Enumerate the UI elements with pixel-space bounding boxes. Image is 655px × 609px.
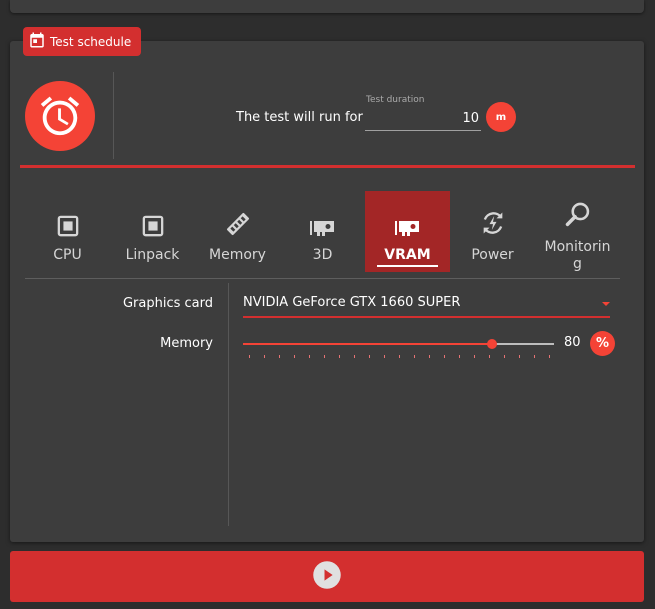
previous-card [10,0,644,13]
slider-tick [444,355,445,358]
tab-label: VRAM [384,247,431,263]
memory-icon [225,211,251,241]
tab-label: 3D [312,247,333,263]
memory-unit-button[interactable]: % [590,331,615,356]
memory-value: 80 [564,335,581,350]
slider-tick [489,355,490,358]
tab-vram[interactable]: VRAM [365,191,450,272]
slider-tick [369,355,370,358]
slider-fill [243,343,492,345]
slider-tick [399,355,400,358]
tab-cpu[interactable]: CPU [25,191,110,272]
tab-label: Memory [209,247,266,263]
slider-tick [339,355,340,358]
graphics-card-value: NVIDIA GeForce GTX 1660 SUPER [243,295,461,310]
slider-tick [249,355,250,358]
power-cycle-icon [479,209,507,241]
magnifier-icon [564,201,592,233]
slider-thumb[interactable] [486,339,497,349]
tab-linpack[interactable]: Linpack [110,191,195,272]
duration-field-label: Test duration [366,95,425,105]
duration-unit-button[interactable]: m [486,102,516,132]
slider-tick [354,355,355,358]
graphics-card-label: Graphics card [122,296,213,311]
slider-tick [474,355,475,358]
tab-memory[interactable]: Memory [195,191,280,272]
memory-slider[interactable] [243,336,554,360]
gpu-icon [394,219,421,241]
form-divider [228,283,229,526]
gpu-icon [309,219,336,241]
tab-3d[interactable]: 3D [280,191,365,272]
memory-label: Memory [160,336,213,351]
slider-tick [309,355,310,358]
graphics-card-select[interactable]: NVIDIA GeForce GTX 1660 SUPER [243,292,610,318]
caret-down-icon [602,302,610,306]
slider-tick [459,355,460,358]
badge-label: Test schedule [50,34,132,49]
slider-tick [414,355,415,358]
test-schedule-badge: Test schedule [23,27,141,56]
slider-tick [324,355,325,358]
slider-tick [294,355,295,358]
run-duration-text: The test will run for [236,110,363,125]
alarm-clock-icon [25,81,95,151]
slider-tick [264,355,265,358]
section-divider [20,165,635,168]
chip-icon [142,215,164,241]
slider-tick [534,355,535,358]
divider [113,72,114,159]
slider-tick [279,355,280,358]
play-icon [312,560,342,594]
slider-tick [549,355,550,358]
tabs-divider [25,278,620,279]
tab-label: Linpack [125,247,180,263]
tab-monitoring[interactable]: Monitoring [535,191,620,272]
start-test-button[interactable] [10,551,644,602]
active-tab-indicator [377,265,438,267]
calendar-icon [28,31,46,53]
tab-label: Monitoring [544,239,611,272]
chip-icon [57,215,79,241]
tab-label: Power [471,247,514,263]
slider-tick [504,355,505,358]
slider-tick [384,355,385,358]
slider-tick [519,355,520,358]
tab-power[interactable]: Power [450,191,535,272]
duration-input[interactable]: 10 [365,109,481,131]
tab-label: CPU [53,247,82,263]
slider-tick [429,355,430,358]
